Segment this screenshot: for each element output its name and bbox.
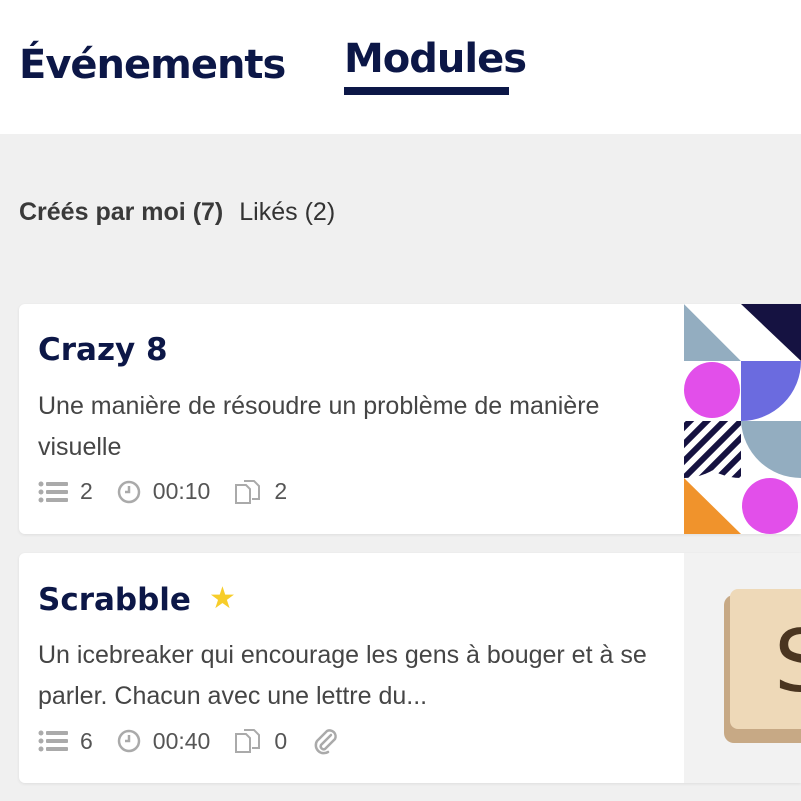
filter-label: Likés — [239, 198, 298, 226]
filter-bar: Créés par moi (7) Likés (2) — [19, 198, 351, 227]
module-meta: 6 00:40 0 — [38, 727, 375, 755]
clock-icon — [117, 729, 141, 753]
module-title-text: Scrabble — [38, 582, 191, 618]
header: Événements Modules — [0, 0, 801, 134]
clock-icon — [117, 480, 141, 503]
copies-value: 0 — [274, 727, 288, 754]
tile-letter: S — [774, 612, 801, 712]
duration: 00:10 — [117, 478, 211, 505]
paperclip-icon — [314, 729, 337, 755]
filter-count: (7) — [192, 198, 224, 226]
module-card-crazy-8[interactable]: Crazy 8 Une manière de résoudre un probl… — [19, 304, 801, 534]
module-card-scrabble[interactable]: Scrabble ★ Un icebreaker qui encourage le… — [19, 553, 801, 783]
tab-modules[interactable]: Modules — [344, 36, 527, 82]
module-thumbnail-geometric — [684, 304, 801, 534]
copies-count: 2 — [234, 478, 287, 505]
duration-value: 00:10 — [152, 478, 211, 504]
copies-count: 0 — [234, 728, 287, 755]
filter-liked[interactable]: Likés (2) — [239, 198, 335, 226]
duration: 00:40 — [117, 727, 211, 755]
module-description: Un icebreaker qui encourage les gens à b… — [38, 641, 647, 710]
star-icon[interactable]: ★ — [209, 581, 236, 616]
active-tab-indicator — [344, 87, 509, 95]
filter-label: Créés par moi — [19, 198, 186, 226]
copies-value: 2 — [274, 478, 288, 504]
duration-value: 00:40 — [152, 727, 211, 754]
tab-evenements[interactable]: Événements — [19, 42, 286, 88]
copy-icon — [235, 729, 261, 753]
attachment — [311, 727, 351, 755]
steps-count: 6 — [38, 728, 93, 755]
list-icon — [38, 730, 68, 752]
module-description: Une manière de résoudre un problème de m… — [38, 392, 600, 461]
module-title: Scrabble ★ — [38, 581, 236, 618]
filter-created-by-me[interactable]: Créés par moi (7) — [19, 198, 223, 226]
filter-count: (2) — [304, 198, 336, 226]
module-thumbnail-scrabble: S — [684, 553, 801, 783]
steps-count: 2 — [38, 478, 93, 505]
module-meta: 2 00:10 2 — [38, 478, 311, 505]
copy-icon — [235, 479, 261, 504]
steps-value: 6 — [80, 727, 93, 754]
steps-value: 2 — [80, 478, 93, 504]
list-icon — [38, 481, 68, 502]
module-title: Crazy 8 — [38, 332, 168, 368]
